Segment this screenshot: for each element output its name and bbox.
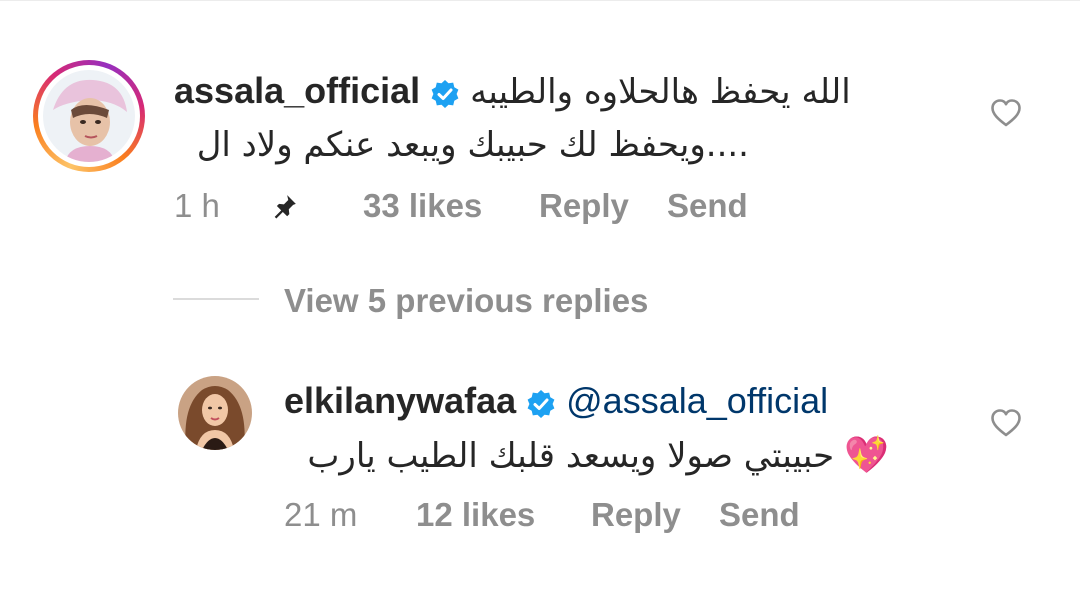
avatar [43,70,135,162]
avatar[interactable] [178,376,252,450]
likes-count[interactable]: 33 likes [363,187,482,225]
view-previous-replies-button[interactable]: View 5 previous replies [284,282,648,320]
replies-divider [173,298,259,300]
likes-count[interactable]: 12 likes [416,496,535,534]
comment-username[interactable]: assala_official [174,70,420,111]
avatar-story-ring[interactable] [33,60,145,172]
verified-badge-icon [526,387,556,427]
reply-header: elkilanywafaa @assala_official [284,381,828,427]
verified-badge-icon [430,77,460,117]
comment-text-continued: ....ويحفظ لك حبيبك ويبعد عنكم ولاد ال [196,125,749,165]
comment-time: 21 m [284,496,358,533]
like-heart-icon[interactable] [990,408,1022,438]
like-heart-icon[interactable] [990,98,1022,128]
reply-button[interactable]: Reply [539,187,629,225]
mention-link[interactable]: @assala_official [566,380,828,421]
comment-text: الله يحفظ هالحلاوه والطيبه [470,72,851,112]
comment-text: حبيبتي صولا ويسعد قلبك الطيب يارب [307,436,835,476]
reply-text-row: 💖 حبيبتي صولا ويسعد قلبك الطيب يارب [284,434,889,477]
comment-header: assala_official الله يحفظ هالحلاوه والطيب… [174,71,851,117]
comment-username[interactable]: elkilanywafaa [284,380,516,421]
top-divider [0,0,1080,1]
reply-button[interactable]: Reply [591,496,681,534]
send-button[interactable]: Send [719,496,800,534]
pin-icon [274,195,296,219]
comment-time: 1 h [174,187,220,224]
sparkling-heart-emoji: 💖 [844,434,889,475]
send-button[interactable]: Send [667,187,748,225]
